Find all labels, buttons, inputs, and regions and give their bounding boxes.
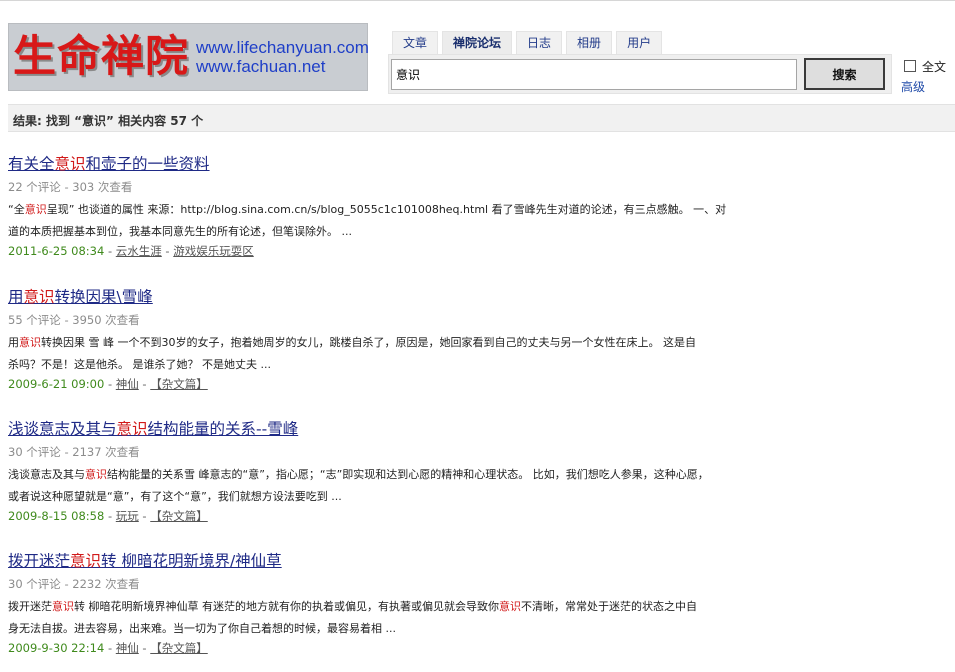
result-meta: 2009-6-21 09:00 - 神仙 - 【杂文篇】 bbox=[8, 376, 778, 392]
result-category-link[interactable]: 【杂文篇】 bbox=[150, 641, 208, 655]
result-date: 2009-8-15 08:58 bbox=[8, 509, 105, 523]
result-title-link[interactable]: 用意识转换因果\雪峰 bbox=[8, 286, 153, 308]
snippet-text: “全 bbox=[8, 203, 25, 216]
result-item: 用意识转换因果\雪峰 55 个评论 - 3950 次查看 用意识转换因果 雪 峰… bbox=[8, 286, 778, 392]
meta-separator: - bbox=[161, 244, 174, 258]
title-text: 有关全 bbox=[8, 155, 55, 173]
result-stats: 30 个评论 - 2232 次查看 bbox=[8, 577, 140, 591]
result-meta: 2009-8-15 08:58 - 玩玩 - 【杂文篇】 bbox=[8, 508, 778, 524]
snippet-text: 转 柳暗花明新境界神仙草 有迷茫的地方就有你的执着或偏见，有执著或偏见就会导致你 bbox=[74, 600, 499, 613]
search-button[interactable]: 搜索 bbox=[804, 58, 885, 90]
result-meta: 2009-9-30 22:14 - 神仙 - 【杂文篇】 bbox=[8, 640, 778, 656]
result-snippet: 浅谈意志及其与意识结构能量的关系雪 峰意志的“意”，指心愿；“志”即实现和达到心… bbox=[8, 464, 778, 508]
snippet-text: 身无法自拔。进去容易，出来难。当一切为了你自己着想的时候，最容易着相 ... bbox=[8, 622, 396, 635]
meta-separator: - bbox=[138, 377, 151, 391]
result-date: 2011-6-25 08:34 bbox=[8, 244, 105, 258]
advanced-search-link[interactable]: 高级 bbox=[901, 78, 925, 95]
snippet-text: 不清晰，常常处于迷茫的状态之中自 bbox=[521, 600, 697, 613]
search-panel: 搜索 bbox=[388, 54, 892, 94]
tab-album[interactable]: 相册 bbox=[566, 31, 613, 55]
title-text: 拨开迷茫 bbox=[8, 552, 71, 570]
title-text: 转换因果\雪峰 bbox=[54, 288, 153, 306]
result-snippet: 用意识转换因果 雪 峰 一个不到30岁的女子，抱着她周岁的女儿，跳楼自杀了，原因… bbox=[8, 332, 778, 376]
snippet-highlight: 意识 bbox=[52, 600, 74, 613]
meta-separator: - bbox=[138, 509, 151, 523]
result-author-link[interactable]: 神仙 bbox=[116, 641, 139, 655]
meta-separator: - bbox=[104, 244, 116, 258]
result-author-link[interactable]: 云水生涯 bbox=[116, 244, 162, 258]
result-author-link[interactable]: 玩玩 bbox=[116, 509, 139, 523]
result-stats: 22 个评论 - 303 次查看 bbox=[8, 180, 133, 194]
result-item: 拨开迷茫意识转 柳暗花明新境界/神仙草 30 个评论 - 2232 次查看 拨开… bbox=[8, 550, 778, 656]
logo-url-secondary: www.fachuan.net bbox=[196, 57, 326, 76]
snippet-highlight: 意识 bbox=[24, 203, 47, 216]
result-title-link[interactable]: 拨开迷茫意识转 柳暗花明新境界/神仙草 bbox=[8, 550, 282, 572]
snippet-text: 呈现” 也谈道的属性 来源：http://blog.sina.com.cn/s/… bbox=[46, 203, 727, 216]
meta-separator: - bbox=[138, 641, 151, 655]
snippet-highlight: 意识 bbox=[499, 600, 521, 613]
search-type-tabs: 文章 禅院论坛 日志 相册 用户 bbox=[392, 31, 666, 55]
snippet-text: 拨开迷茫 bbox=[8, 600, 52, 613]
result-snippet: 拨开迷茫意识转 柳暗花明新境界神仙草 有迷茫的地方就有你的执着或偏见，有执著或偏… bbox=[8, 596, 778, 640]
snippet-highlight: 意识 bbox=[85, 468, 107, 481]
title-text: 结构能量的关系--雪峰 bbox=[147, 420, 299, 438]
snippet-text: 转换因果 雪 峰 一个不到30岁的女子，抱着她周岁的女儿，跳楼自杀了，原因是，她… bbox=[41, 336, 696, 349]
result-item: 浅谈意志及其与意识结构能量的关系--雪峰 30 个评论 - 2137 次查看 浅… bbox=[8, 418, 778, 524]
snippet-text: 结构能量的关系雪 峰意志的“意”，指心愿；“志”即实现和达到心愿的精神和心理状态… bbox=[107, 468, 709, 481]
result-item: 有关全意识和壶子的一些资料 22 个评论 - 303 次查看 “全意识呈现” 也… bbox=[8, 153, 778, 259]
result-title-link[interactable]: 浅谈意志及其与意识结构能量的关系--雪峰 bbox=[8, 418, 298, 440]
title-highlight: 意识 bbox=[70, 552, 102, 570]
snippet-highlight: 意识 bbox=[19, 336, 41, 349]
meta-separator: - bbox=[104, 641, 116, 655]
title-text: 浅谈意志及其与 bbox=[8, 420, 117, 438]
search-input[interactable] bbox=[391, 59, 797, 90]
fulltext-checkbox[interactable] bbox=[904, 60, 916, 72]
title-highlight: 意识 bbox=[23, 288, 55, 306]
snippet-text: 杀吗？不是！这是他杀。 是谁杀了她？ 不是她丈夫 ... bbox=[8, 358, 271, 371]
tab-users[interactable]: 用户 bbox=[616, 31, 663, 55]
snippet-text: 或者说这种愿望就是“意”，有了这个“意”，我们就想方设法要吃到 ... bbox=[8, 490, 342, 503]
tab-forum[interactable]: 禅院论坛 bbox=[442, 31, 513, 55]
site-logo[interactable]: 生命禅院 www.lifechanyuan.com www.fachuan.ne… bbox=[8, 23, 369, 91]
logo-url-primary: www.lifechanyuan.com bbox=[196, 38, 369, 57]
result-date: 2009-9-30 22:14 bbox=[8, 641, 105, 655]
result-meta: 2011-6-25 08:34 - 云水生涯 - 游戏娱乐玩耍区 bbox=[8, 243, 778, 259]
fulltext-option[interactable]: 全文 bbox=[904, 58, 946, 75]
title-highlight: 意识 bbox=[54, 155, 86, 173]
snippet-text: 浅谈意志及其与 bbox=[8, 468, 85, 481]
snippet-text: 道的本质把握基本到位，我基本同意先生的所有论述，但笔误除外。 ... bbox=[8, 225, 352, 238]
result-title-link[interactable]: 有关全意识和壶子的一些资料 bbox=[8, 153, 210, 175]
title-text: 转 柳暗花明新境界/神仙草 bbox=[101, 552, 282, 570]
result-snippet: “全意识呈现” 也谈道的属性 来源：http://blog.sina.com.c… bbox=[8, 199, 778, 243]
result-category-link[interactable]: 【杂文篇】 bbox=[150, 509, 208, 523]
result-date: 2009-6-21 09:00 bbox=[8, 377, 105, 391]
logo-name: 生命禅院 bbox=[13, 32, 189, 82]
tab-blog[interactable]: 日志 bbox=[516, 31, 563, 55]
result-category-link[interactable]: 游戏娱乐玩耍区 bbox=[173, 244, 254, 258]
result-summary: 结果: 找到 “意识” 相关内容 57 个 bbox=[13, 114, 204, 128]
meta-separator: - bbox=[104, 509, 116, 523]
title-highlight: 意识 bbox=[116, 420, 148, 438]
snippet-text: 用 bbox=[8, 336, 19, 349]
title-text: 和壶子的一些资料 bbox=[85, 155, 210, 173]
result-stats: 55 个评论 - 3950 次查看 bbox=[8, 313, 140, 327]
meta-separator: - bbox=[104, 377, 116, 391]
result-summary-bar: 结果: 找到 “意识” 相关内容 57 个 bbox=[8, 104, 955, 132]
fulltext-label: 全文 bbox=[922, 60, 947, 74]
result-author-link[interactable]: 神仙 bbox=[116, 377, 139, 391]
result-category-link[interactable]: 【杂文篇】 bbox=[150, 377, 208, 391]
title-text: 用 bbox=[8, 288, 24, 306]
result-stats: 30 个评论 - 2137 次查看 bbox=[8, 445, 140, 459]
tab-articles[interactable]: 文章 bbox=[392, 31, 439, 55]
top-border bbox=[0, 0, 955, 1]
